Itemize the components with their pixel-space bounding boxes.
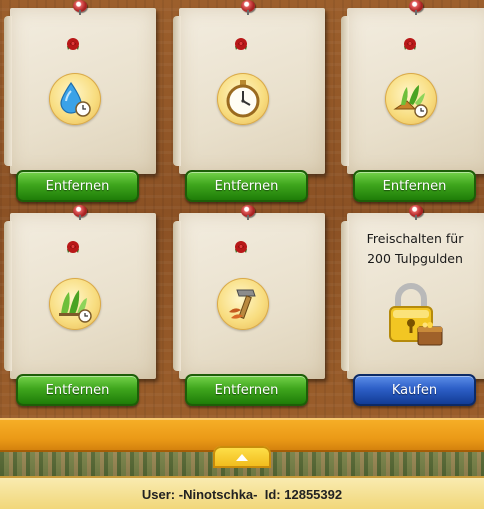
- pin-icon: [73, 205, 87, 220]
- pin-icon: [409, 205, 423, 220]
- slot-badge-2: [217, 73, 269, 125]
- plants-clock-icon: [59, 290, 92, 323]
- slot-badge-4: [49, 278, 101, 330]
- water-clock-icon: [60, 81, 91, 117]
- arrow-up-icon: [236, 453, 248, 461]
- user-name: -Ninotschka-: [178, 487, 258, 502]
- padlock-treasure-icon: [389, 283, 443, 346]
- rose-icon: [67, 241, 79, 253]
- rose-icon: [235, 38, 247, 50]
- pin-icon: [241, 205, 255, 220]
- remove-button-4[interactable]: Entfernen: [16, 374, 139, 406]
- remove-button-2[interactable]: Entfernen: [185, 170, 308, 202]
- expand-toggle-button[interactable]: [213, 446, 271, 468]
- stopwatch-icon: [226, 80, 260, 118]
- pin-icon: [241, 0, 255, 15]
- id-label: Id:: [264, 487, 281, 502]
- slot-badge-5: [217, 278, 269, 330]
- remove-button-1[interactable]: Entfernen: [16, 170, 139, 202]
- rose-icon: [67, 38, 79, 50]
- remove-button-3[interactable]: Entfernen: [353, 170, 476, 202]
- rose-icon: [235, 241, 247, 253]
- status-bar: User: -Ninotschka- Id: 12855392: [0, 476, 484, 509]
- id-value: 12855392: [284, 487, 343, 502]
- pin-icon: [409, 0, 423, 15]
- slot-badge-1: [49, 73, 101, 125]
- remove-button-5[interactable]: Entfernen: [185, 374, 308, 406]
- hammer-tools-icon: [229, 289, 256, 319]
- buy-button[interactable]: Kaufen: [353, 374, 476, 406]
- unlock-price-text: Freischalten für 200 Tulpgulden: [352, 229, 478, 269]
- pin-icon: [73, 0, 87, 15]
- unlock-text-line1: Freischalten für: [366, 231, 464, 246]
- status-text: User: -Ninotschka- Id: 12855392: [0, 487, 484, 502]
- rose-icon: [404, 38, 416, 50]
- slot-badge-3: [385, 73, 437, 125]
- fertilizer-clock-icon: [393, 85, 428, 118]
- unlock-text-line2: 200 Tulpgulden: [367, 251, 463, 266]
- user-label: User:: [141, 487, 176, 502]
